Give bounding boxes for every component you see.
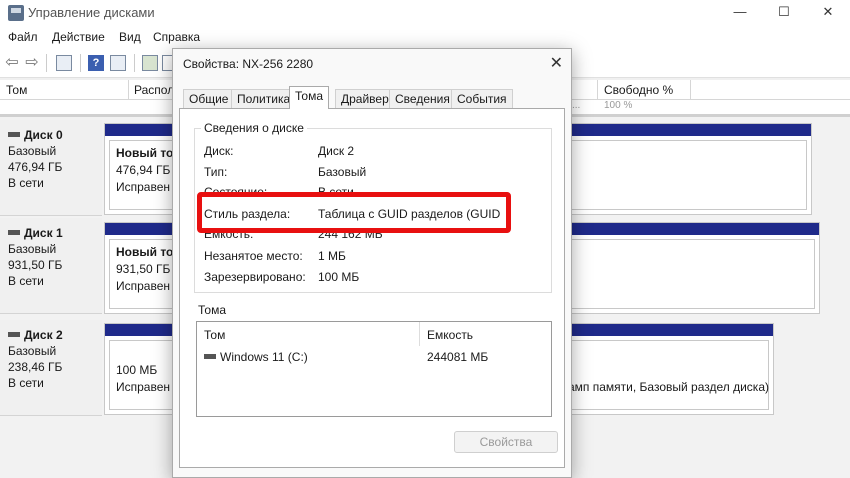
column-header-layout[interactable]: Распол xyxy=(134,83,174,97)
window-title: Управление дисками xyxy=(28,5,155,20)
disk-0-status: В сети xyxy=(8,176,44,190)
disk-2-name: Диск 2 xyxy=(8,328,63,342)
partition-bar xyxy=(541,324,773,336)
partition-inner: амп памяти, Базовый раздел диска) xyxy=(539,340,769,410)
prop-label-reserved: Зарезервировано: xyxy=(204,270,306,284)
column-divider xyxy=(597,80,598,100)
volumes-table[interactable]: Том Емкость Windows 11 (C:) 244081 МБ xyxy=(196,321,552,417)
column-header-volume[interactable]: Том xyxy=(6,83,27,97)
prop-value-unallocated: 1 МБ xyxy=(318,249,346,263)
show-pane-icon[interactable] xyxy=(110,55,126,71)
toolbar-separator xyxy=(134,54,135,72)
disk-management-icon xyxy=(8,5,24,21)
disk-2-label[interactable]: Диск 2 Базовый 238,46 ГБ В сети xyxy=(0,320,102,416)
minimize-button[interactable]: — xyxy=(718,0,762,26)
prop-label-unallocated: Незанятое место: xyxy=(204,249,303,263)
disk-1-type: Базовый xyxy=(8,242,57,256)
column-header-free-percent[interactable]: Свободно % xyxy=(604,83,673,97)
tab-details[interactable]: Сведения xyxy=(389,89,456,108)
tab-events[interactable]: События xyxy=(451,89,513,108)
menu-file[interactable]: Файл xyxy=(8,30,38,44)
partition-style-highlight xyxy=(197,192,511,233)
group-title: Сведения о диске xyxy=(201,121,307,135)
toolbar-separator xyxy=(80,54,81,72)
title-bar: Управление дисками — ☐ ✕ xyxy=(0,0,850,26)
disk-properties-dialog: Свойства: NX-256 2280 ✕ Общие Политика Т… xyxy=(172,48,572,478)
table-row[interactable]: Windows 11 (C:) xyxy=(204,350,308,364)
disk-1-size: 931,50 ГБ xyxy=(8,258,63,272)
disk-0-size: 476,94 ГБ xyxy=(8,160,63,174)
prop-value-type: Базовый xyxy=(318,165,367,179)
volumes-tab-panel: Сведения о диске Диск: Диск 2 Тип: Базов… xyxy=(179,108,565,468)
volume-name: Windows 11 (C:) xyxy=(220,350,308,364)
list-cell-fragment: ... xyxy=(572,100,581,111)
menu-help[interactable]: Справка xyxy=(153,30,200,44)
prop-value-reserved: 100 МБ xyxy=(318,270,360,284)
drive-icon xyxy=(204,354,216,359)
close-icon[interactable]: ✕ xyxy=(550,53,563,73)
toolbar-separator xyxy=(46,54,47,72)
partition-inner: 100 МБ Исправен ( xyxy=(109,340,179,410)
menu-view[interactable]: Вид xyxy=(119,30,141,44)
connect-icon[interactable] xyxy=(142,55,158,71)
back-arrow-icon[interactable]: ⇦ xyxy=(4,55,20,71)
tab-volumes[interactable]: Тома xyxy=(289,86,329,109)
partition-size: 100 МБ xyxy=(116,363,158,377)
dialog-title: Свойства: NX-256 2280 xyxy=(183,57,314,71)
maximize-button[interactable]: ☐ xyxy=(762,0,806,26)
disk-1-name: Диск 1 xyxy=(8,226,63,240)
partition-status: Исправен ( xyxy=(116,279,178,293)
prop-value-disk: Диск 2 xyxy=(318,144,355,158)
partition-status: амп памяти, Базовый раздел диска) xyxy=(568,380,769,394)
disk-1-label[interactable]: Диск 1 Базовый 931,50 ГБ В сети xyxy=(0,218,102,314)
disk-2-status: В сети xyxy=(8,376,44,390)
disk-0-name: Диск 0 xyxy=(8,128,63,142)
properties-icon[interactable] xyxy=(56,55,72,71)
prop-label-disk: Диск: xyxy=(204,144,234,158)
help-icon[interactable]: ? xyxy=(88,55,104,71)
tab-general[interactable]: Общие xyxy=(183,89,235,108)
disk-2-size: 238,46 ГБ xyxy=(8,360,63,374)
close-window-button[interactable]: ✕ xyxy=(806,0,850,26)
tab-policy[interactable]: Политика xyxy=(231,89,297,108)
disk-2-partition-main[interactable]: амп памяти, Базовый раздел диска) xyxy=(539,323,774,415)
menu-bar: Файл Действие Вид Справка xyxy=(0,26,850,48)
volumes-header-volume[interactable]: Том xyxy=(204,328,225,342)
volume-capacity: 244081 МБ xyxy=(427,350,489,364)
column-divider xyxy=(690,80,691,100)
volume-properties-button[interactable]: Свойства xyxy=(454,431,558,453)
tab-driver[interactable]: Драйвер xyxy=(335,89,395,108)
column-divider xyxy=(419,322,420,346)
forward-arrow-icon[interactable]: ⇨ xyxy=(24,55,40,71)
column-divider xyxy=(128,80,129,100)
disk-1-status: В сети xyxy=(8,274,44,288)
volumes-header-capacity[interactable]: Емкость xyxy=(427,328,473,342)
list-cell-fragment: 100 % xyxy=(604,100,633,111)
prop-label-type: Тип: xyxy=(204,165,228,179)
disk-0-label[interactable]: Диск 0 Базовый 476,94 ГБ В сети xyxy=(0,120,102,216)
volumes-group-title: Тома xyxy=(198,303,226,317)
disk-2-type: Базовый xyxy=(8,344,57,358)
disk-0-type: Базовый xyxy=(8,144,57,158)
menu-action[interactable]: Действие xyxy=(52,30,105,44)
partition-status: Исправен ( xyxy=(116,380,178,394)
